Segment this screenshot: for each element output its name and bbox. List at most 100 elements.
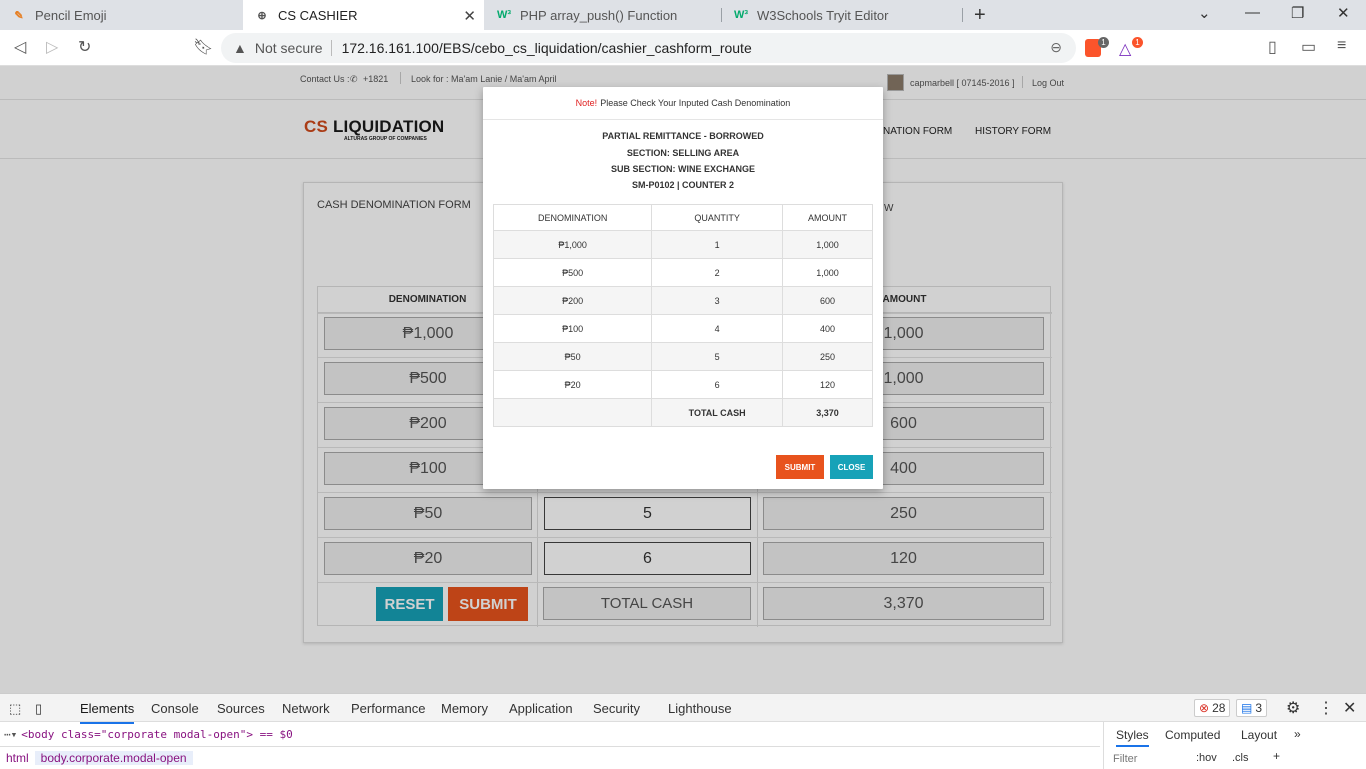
table-row: ₱200 3 600 — [492, 286, 874, 315]
inspect-icon[interactable]: ⬚ — [9, 701, 21, 717]
amount-cell: 1,000 — [781, 258, 874, 287]
amount-cell: 600 — [781, 286, 874, 315]
pencil-icon: ✎ — [14, 9, 24, 22]
counter-label: SM-P0102 | COUNTER 2 — [631, 180, 735, 190]
table-row: ₱1,000 1 1,000 — [492, 230, 874, 259]
bookmark-icon[interactable]: 🔖︎ — [193, 37, 213, 57]
quantity-cell: 1 — [651, 230, 783, 259]
more-tabs-icon[interactable]: » — [1294, 727, 1301, 741]
denomination-cell: ₱50 — [492, 342, 653, 371]
close-tab-icon[interactable]: ✕ — [463, 7, 476, 25]
table-row: ₱50 5 250 — [492, 342, 874, 371]
total-value: 3,370 — [781, 398, 874, 427]
tab-cs-cashier[interactable]: ⊕ CS CASHIER ✕ — [243, 0, 484, 30]
denomination-cell: ₱200 — [492, 286, 653, 315]
confirm-modal: Note! Please Check Your Inputed Cash Den… — [483, 87, 883, 489]
tab-security[interactable]: Security — [593, 701, 640, 716]
brave-badge: 1 — [1098, 37, 1109, 48]
forward-icon[interactable]: ▷ — [46, 37, 58, 57]
styles-pane: Styles Computed Layout » Filter :hov .cl… — [1103, 722, 1366, 769]
zoom-icon[interactable]: ⊖ — [1050, 39, 1062, 56]
tab-title: CS CASHIER — [278, 7, 358, 23]
crumb-html[interactable]: html — [0, 751, 35, 765]
modal-summary-table: DENOMINATION QUANTITY AMOUNT ₱1,000 1 1,… — [492, 204, 874, 427]
tab-title: W3Schools Tryit Editor — [757, 7, 889, 23]
menu-icon[interactable]: ≡ — [1337, 37, 1346, 55]
tab-network[interactable]: Network — [282, 701, 330, 716]
cls-toggle[interactable]: .cls — [1232, 752, 1249, 764]
amount-cell: 250 — [781, 342, 874, 371]
quantity-cell: 5 — [651, 342, 783, 371]
tab-lighthouse[interactable]: Lighthouse — [668, 701, 732, 716]
modal-submit-button[interactable]: SUBMIT — [776, 455, 824, 479]
dom-node-text: <body class="corporate modal-open"> == $… — [21, 727, 293, 741]
tab-php-array-push[interactable]: W³ PHP array_push() Function — [485, 0, 721, 30]
crumb-body[interactable]: body.corporate.modal-open — [34, 750, 193, 765]
sub-section-label: SUB SECTION: WINE EXCHANGE — [610, 164, 755, 174]
tab-w3schools-tryit[interactable]: W³ W3Schools Tryit Editor — [722, 0, 962, 30]
quantity-cell: 6 — [651, 370, 783, 399]
table-row: ₱20 6 120 — [492, 370, 874, 399]
tab-styles[interactable]: Styles — [1116, 728, 1149, 747]
settings-icon[interactable]: ⚙ — [1286, 698, 1300, 718]
quantity-cell: 3 — [651, 286, 783, 315]
tab-memory[interactable]: Memory — [441, 701, 488, 716]
divider — [330, 40, 332, 56]
wallet-icon[interactable]: ▭ — [1301, 37, 1316, 57]
security-label: Not secure — [254, 40, 323, 56]
remittance-type: PARTIAL REMITTANCE - BORROWED — [602, 131, 764, 141]
restore-icon[interactable]: ❐ — [1291, 4, 1304, 22]
modal-header: Note! Please Check Your Inputed Cash Den… — [483, 87, 883, 120]
url-text[interactable]: 172.16.161.100/EBS/cebo_cs_liquidation/c… — [342, 40, 752, 56]
close-window-icon[interactable]: ✕ — [1337, 4, 1350, 22]
hov-toggle[interactable]: :hov — [1196, 752, 1217, 764]
dom-tree-line[interactable]: ⋯▾ <body class="corporate modal-open"> =… — [0, 724, 1100, 744]
error-icon: ⊗ — [1199, 701, 1210, 715]
tab-application[interactable]: Application — [509, 701, 573, 716]
devtools-panel: ⬚ ▯ Elements Console Sources Network Per… — [0, 693, 1366, 769]
tab-console[interactable]: Console — [151, 701, 199, 716]
denomination-cell: ₱1,000 — [492, 230, 653, 259]
denomination-cell: ₱100 — [492, 314, 653, 343]
rewards-icon[interactable]: △ — [1119, 39, 1131, 59]
device-toolbar-icon[interactable]: ▯ — [35, 701, 42, 717]
empty-cell — [492, 398, 653, 427]
table-header-row: DENOMINATION QUANTITY AMOUNT — [492, 204, 874, 231]
table-row: ₱100 4 400 — [492, 314, 874, 343]
message-count: 3 — [1255, 701, 1263, 715]
note-label: Note! — [575, 98, 598, 108]
expand-icon[interactable]: ⋯▾ — [4, 728, 17, 741]
filter-input[interactable]: Filter — [1113, 753, 1137, 765]
header-quantity: QUANTITY — [651, 204, 783, 231]
browser-tab-bar: ✎ Pencil Emoji ⊕ CS CASHIER ✕ W³ PHP arr… — [0, 0, 1366, 30]
tab-title: PHP array_push() Function — [520, 7, 678, 23]
tab-computed[interactable]: Computed — [1165, 728, 1220, 742]
more-options-icon[interactable]: ⋮ — [1318, 698, 1334, 718]
message-icon: ▤ — [1241, 701, 1253, 715]
error-count: 28 — [1212, 701, 1226, 715]
minimize-icon[interactable]: — — [1245, 4, 1260, 21]
tab-performance[interactable]: Performance — [351, 701, 425, 716]
header-denomination: DENOMINATION — [492, 204, 653, 231]
note-text: Please Check Your Inputed Cash Denominat… — [600, 98, 791, 108]
tab-elements[interactable]: Elements — [80, 701, 135, 724]
tab-sources[interactable]: Sources — [217, 701, 265, 716]
element-breadcrumb: html body.corporate.modal-open — [0, 746, 1100, 768]
error-count-badge[interactable]: ⊗ 28 — [1194, 699, 1231, 717]
tab-layout[interactable]: Layout — [1241, 728, 1277, 742]
back-icon[interactable]: ◁ — [14, 37, 26, 57]
reload-icon[interactable]: ↻ — [78, 37, 91, 57]
address-bar[interactable]: ▲ Not secure 172.16.161.100/EBS/cebo_cs_… — [221, 33, 1076, 63]
amount-cell: 120 — [781, 370, 874, 399]
close-devtools-icon[interactable]: ✕ — [1343, 698, 1356, 718]
devtools-tabbar: ⬚ ▯ Elements Console Sources Network Per… — [0, 694, 1366, 724]
sidebar-icon[interactable]: ▯ — [1268, 37, 1277, 57]
add-rule-icon[interactable]: + — [1273, 749, 1280, 763]
total-row: TOTAL CASH 3,370 — [492, 398, 874, 427]
table-row: ₱500 2 1,000 — [492, 258, 874, 287]
new-tab-icon[interactable]: + — [974, 4, 986, 27]
modal-close-button[interactable]: CLOSE — [830, 455, 873, 479]
tab-pencil-emoji[interactable]: ✎ Pencil Emoji — [0, 0, 242, 30]
tab-search-icon[interactable]: ⌄ — [1198, 4, 1211, 22]
message-count-badge[interactable]: ▤ 3 — [1236, 699, 1268, 717]
